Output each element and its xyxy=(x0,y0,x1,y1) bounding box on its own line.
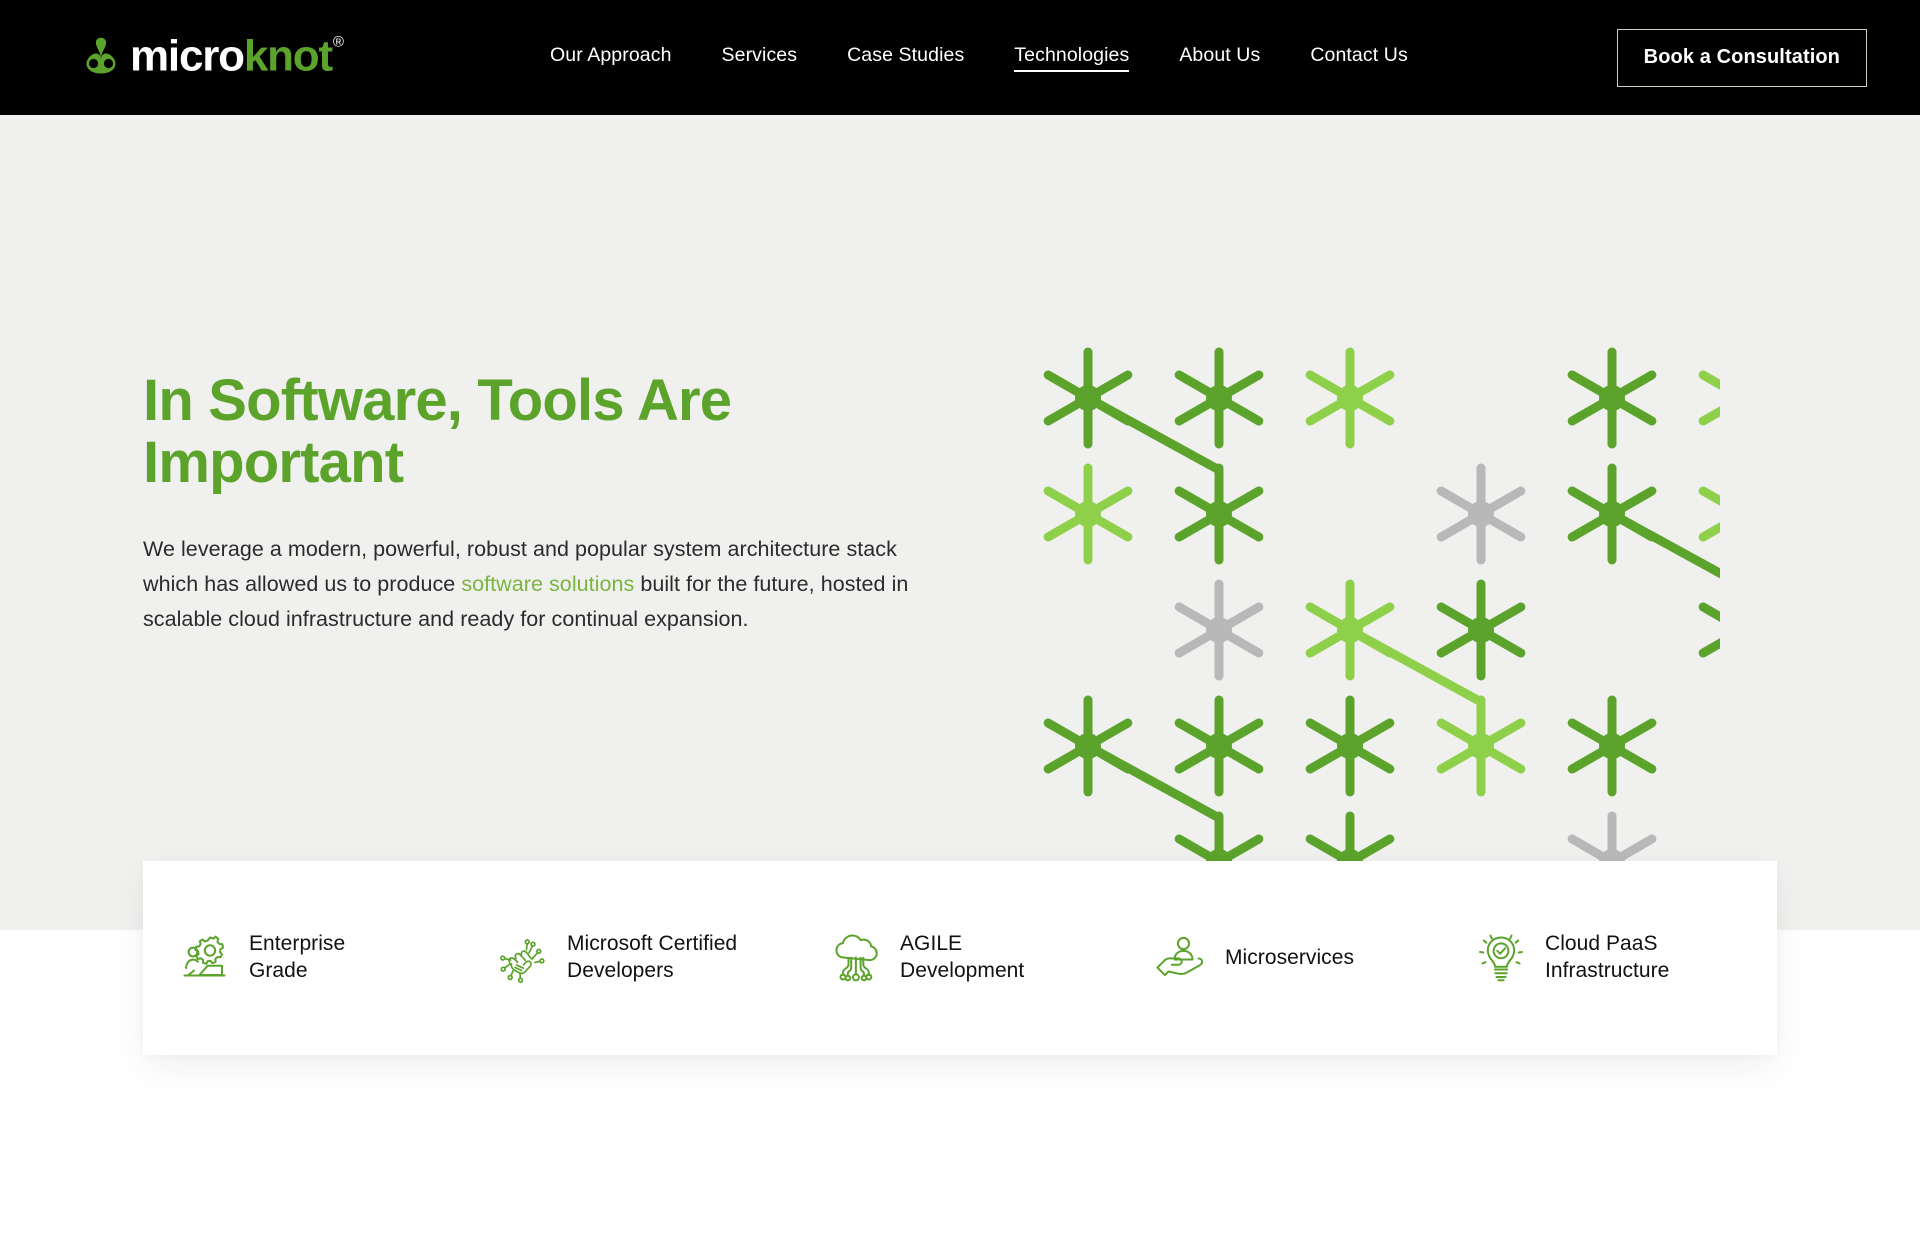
software-solutions-link[interactable]: software solutions xyxy=(461,572,634,596)
star-node xyxy=(1174,695,1264,797)
star-node xyxy=(1174,463,1264,565)
hero-section: In Software, Tools Are Important We leve… xyxy=(0,115,1920,930)
feature-label: Microsoft Certified Developers xyxy=(567,932,738,982)
star-connector xyxy=(1083,741,1224,867)
nav-item-services[interactable]: Services xyxy=(722,44,798,72)
star-connector xyxy=(1083,393,1224,519)
star-node xyxy=(1043,463,1133,565)
star-node xyxy=(1043,347,1133,449)
nav-item-our-approach[interactable]: Our Approach xyxy=(550,44,672,72)
star-node xyxy=(1436,463,1526,565)
logo-word-knot: knot xyxy=(243,31,333,80)
feature-label: Microservices xyxy=(1225,945,1354,969)
main-navigation: Our Approach Services Case Studies Techn… xyxy=(550,44,1408,72)
ampersand-knot-icon xyxy=(78,32,124,83)
star-node xyxy=(1043,695,1133,797)
feature-microsoft-certified-developers[interactable]: Microsoft Certified Developers xyxy=(495,930,828,986)
logo-wordmark: microknot xyxy=(130,31,333,80)
feature-cloud-paas-infrastructure[interactable]: Cloud PaaS Infrastructure xyxy=(1473,930,1743,986)
nav-item-contact-us[interactable]: Contact Us xyxy=(1310,44,1407,72)
page-title: In Software, Tools Are Important xyxy=(143,368,732,496)
star-node xyxy=(1436,579,1526,681)
lightbulb-check-icon xyxy=(1473,930,1529,986)
hero-copy: In Software, Tools Are Important We leve… xyxy=(143,368,963,637)
gear-team-icon xyxy=(177,930,233,986)
star-node xyxy=(1567,347,1657,449)
nav-item-case-studies[interactable]: Case Studies xyxy=(847,44,964,72)
hand-person-icon xyxy=(1153,930,1209,986)
star-node xyxy=(1174,347,1264,449)
registered-mark: ® xyxy=(332,33,344,50)
book-consultation-button[interactable]: Book a Consultation xyxy=(1616,28,1867,87)
feature-microservices[interactable]: Microservices xyxy=(1153,930,1473,986)
star-node xyxy=(1698,579,1788,681)
cloud-circuit-icon xyxy=(828,930,884,986)
nav-item-about-us[interactable]: About Us xyxy=(1179,44,1260,72)
star-node xyxy=(1305,347,1395,449)
star-node xyxy=(1567,695,1657,797)
star-network-graphic xyxy=(1020,330,1788,930)
nav-item-technologies[interactable]: Technologies xyxy=(1014,44,1130,72)
star-connector xyxy=(1345,625,1486,751)
logo[interactable]: microknot ® xyxy=(78,31,344,83)
site-header: microknot ® Our Approach Services Case S… xyxy=(0,0,1920,115)
star-node xyxy=(1698,463,1788,565)
feature-label: Cloud PaaS Infrastructure xyxy=(1545,932,1670,982)
page-root: microknot ® Our Approach Services Case S… xyxy=(0,0,1920,1247)
circuit-hand-icon xyxy=(495,930,551,986)
feature-label: Enterprise Grade xyxy=(249,932,346,982)
feature-label: AGILE Development xyxy=(900,932,1025,982)
logo-word-micro: micro xyxy=(130,31,245,80)
star-connector xyxy=(1607,509,1748,635)
star-node xyxy=(1698,347,1788,449)
feature-enterprise-grade[interactable]: Enterprise Grade xyxy=(177,930,495,986)
star-node xyxy=(1305,695,1395,797)
star-node xyxy=(1305,579,1395,681)
star-node xyxy=(1567,463,1657,565)
feature-agile-development[interactable]: AGILE Development xyxy=(828,930,1153,986)
star-node xyxy=(1436,695,1526,797)
feature-highlights-card: Enterprise Grade Microsoft Certified Dev… xyxy=(143,861,1777,1055)
hero-paragraph: We leverage a modern, powerful, robust a… xyxy=(143,532,933,636)
star-node xyxy=(1174,579,1264,681)
